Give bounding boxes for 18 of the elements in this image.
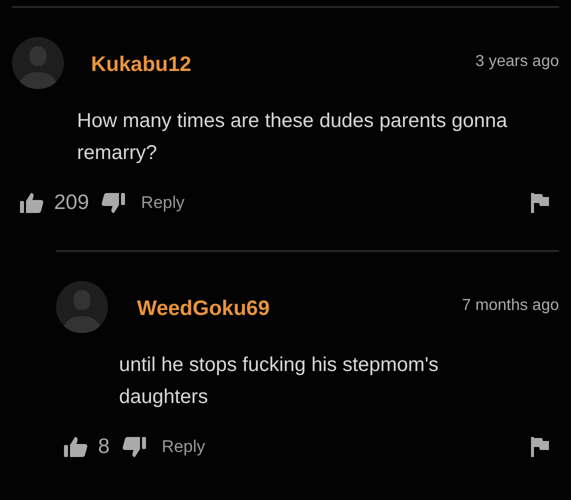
flag-icon[interactable] [531,193,549,213]
flag-icon[interactable] [531,437,549,457]
thumbs-down-icon[interactable] [101,192,126,214]
timestamp: 7 months ago [462,297,559,315]
comment-text: until he stops fucking his stepmom's daughters [119,353,440,410]
like-count: 8 [98,435,110,459]
username[interactable]: WeedGoku69 [137,297,270,321]
username[interactable]: Kukabu12 [91,53,192,77]
comment-text: How many times are these dudes parents gonna remarry? [77,109,508,166]
thumbs-down-icon[interactable] [122,436,146,458]
avatar-icon [56,281,108,333]
thumbs-up-icon[interactable] [20,192,44,214]
thumbs-up-icon[interactable] [64,436,88,458]
timestamp: 3 years ago [475,53,559,71]
like-count: 209 [54,191,90,215]
reply-button[interactable]: Reply [162,437,206,457]
avatar-icon [12,37,64,89]
reply-button[interactable]: Reply [141,193,185,213]
